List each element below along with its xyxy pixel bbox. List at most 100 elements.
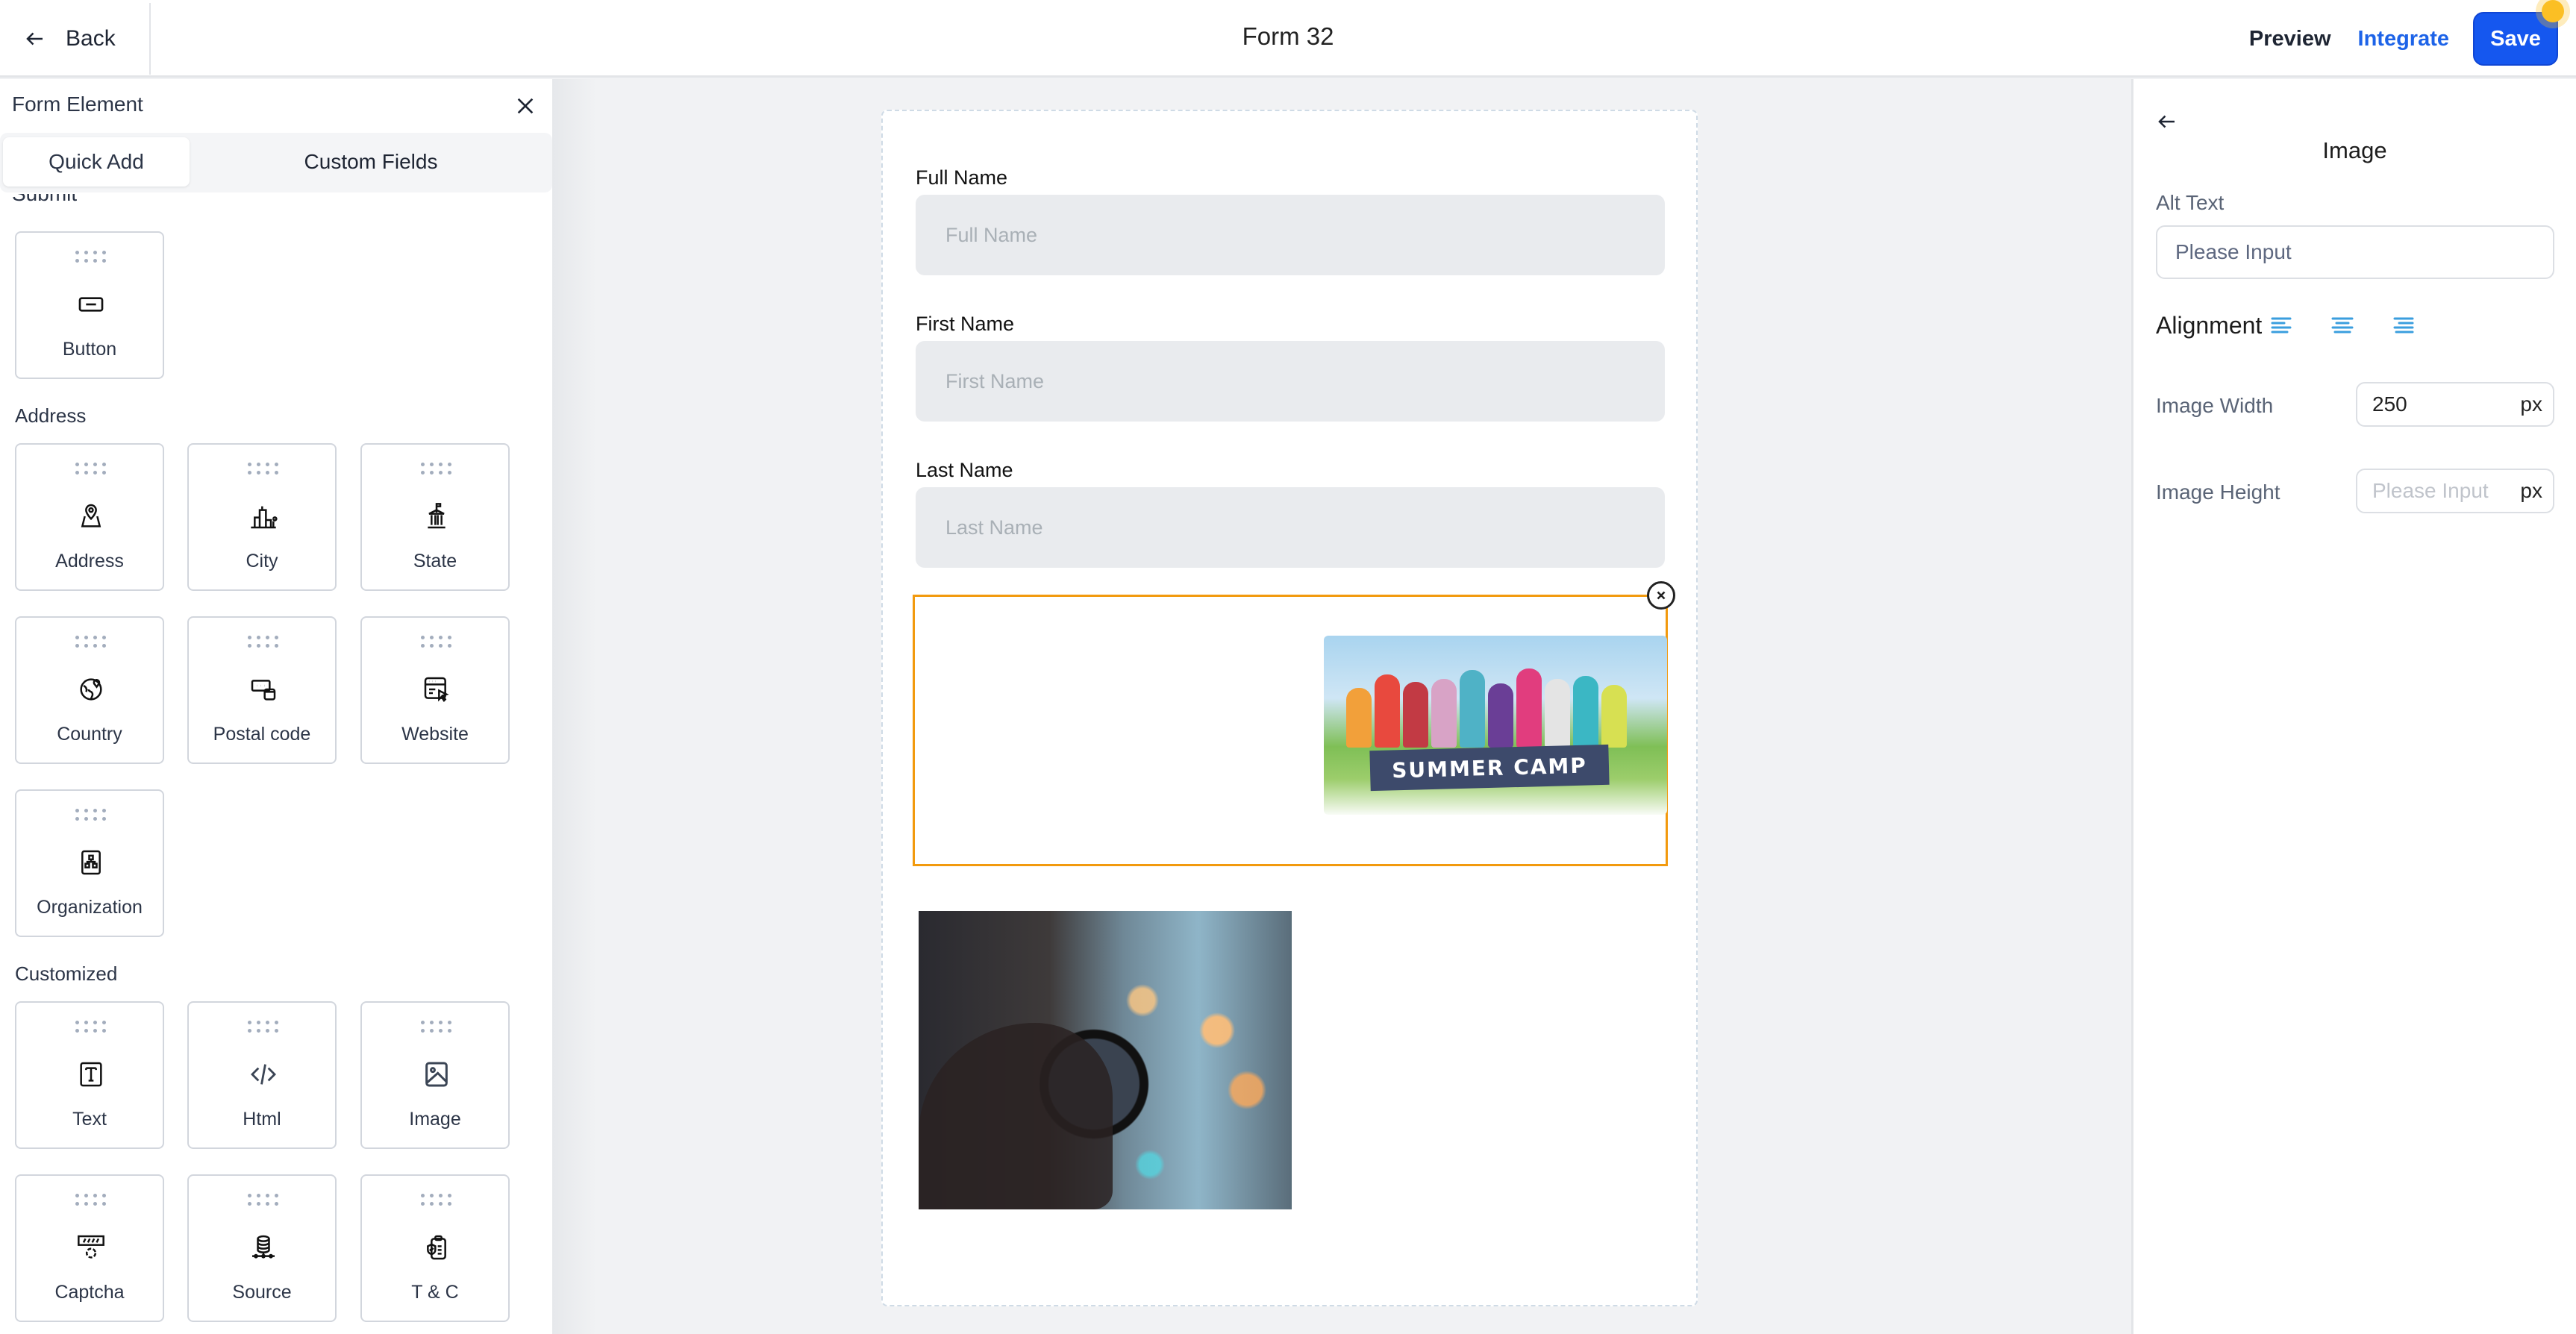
field-label-first-name: First Name <box>916 313 1015 335</box>
lens-photo-image[interactable] <box>919 911 1292 1209</box>
drag-handle-icon[interactable] <box>418 1194 455 1209</box>
section-label-address: Address <box>15 404 87 427</box>
form-title: Form 32 <box>1242 22 1334 50</box>
button-icon <box>76 289 106 319</box>
field-label-last-name: Last Name <box>916 459 1013 481</box>
map-pin-icon <box>76 501 106 531</box>
image-height-label: Image Height <box>2156 480 2280 504</box>
arrow-left-icon[interactable] <box>2156 110 2178 133</box>
arrow-left-icon <box>26 32 43 46</box>
element-card-text[interactable]: Text <box>15 1001 164 1149</box>
element-label: Button <box>62 339 117 360</box>
drag-handle-icon[interactable] <box>72 809 110 824</box>
image-properties-panel: Image Alt Text Alignment Image Width px … <box>2131 79 2576 1334</box>
element-card-state[interactable]: State <box>360 443 510 591</box>
element-label: Source <box>232 1282 292 1303</box>
element-card-button[interactable]: Button <box>15 231 164 379</box>
element-label: State <box>413 551 457 572</box>
organization-icon <box>76 848 106 877</box>
notification-dot <box>2542 0 2564 22</box>
align-center-icon[interactable] <box>2331 316 2354 334</box>
element-card-captcha[interactable]: Captcha <box>15 1174 164 1322</box>
element-card-address[interactable]: Address <box>15 443 164 591</box>
save-label: Save <box>2490 26 2541 51</box>
element-card-image[interactable]: Image <box>360 1001 510 1149</box>
element-label: T & C <box>411 1282 459 1303</box>
element-label: Postal code <box>213 724 311 745</box>
save-button[interactable]: Save <box>2473 0 2564 66</box>
globe-icon <box>76 674 106 704</box>
element-card-city[interactable]: City <box>187 443 337 591</box>
back-button[interactable]: Back <box>24 19 116 58</box>
alignment-label: Alignment <box>2156 312 2263 339</box>
image-width-label: Image Width <box>2156 394 2274 417</box>
drag-handle-icon[interactable] <box>245 636 282 651</box>
drag-handle-icon[interactable] <box>245 1021 282 1036</box>
image-height-field: px <box>2356 469 2554 513</box>
summer-camp-banner: SUMMER CAMP <box>1369 744 1610 792</box>
remove-element-button[interactable] <box>1647 581 1675 610</box>
align-left-icon[interactable] <box>2271 316 2293 334</box>
image-width-field: px <box>2356 382 2554 427</box>
header-divider <box>149 3 151 75</box>
element-card-tc[interactable]: T & C <box>360 1174 510 1322</box>
element-tabs: Quick Add Custom Fields <box>0 133 552 192</box>
element-card-website[interactable]: Website <box>360 616 510 764</box>
alt-text-label: Alt Text <box>2156 191 2225 214</box>
last-name-input[interactable] <box>916 487 1665 568</box>
tab-quick-add[interactable]: Quick Add <box>3 137 190 187</box>
database-icon <box>248 1233 278 1262</box>
element-card-html[interactable]: Html <box>187 1001 337 1149</box>
panel-title: Image <box>2322 137 2387 163</box>
website-icon <box>422 674 451 704</box>
element-label: City <box>246 551 278 572</box>
tab-custom-fields[interactable]: Custom Fields <box>190 137 552 187</box>
element-card-organization[interactable]: Organization <box>15 789 164 937</box>
top-header: Back Form 32 Preview Integrate Save <box>0 0 2576 78</box>
element-label: Address <box>55 551 124 572</box>
first-name-input[interactable] <box>916 341 1665 422</box>
drag-handle-icon[interactable] <box>72 251 110 266</box>
header-actions: Preview Integrate Save <box>2249 0 2564 66</box>
element-card-source[interactable]: Source <box>187 1174 337 1322</box>
summer-camp-image: SUMMER CAMP <box>1324 636 1667 815</box>
align-right-icon[interactable] <box>2392 316 2414 334</box>
drag-handle-icon[interactable] <box>245 463 282 477</box>
image-icon <box>422 1059 451 1089</box>
section-label-customized: Customized <box>15 962 118 985</box>
element-label: Captcha <box>54 1282 125 1303</box>
alt-text-input[interactable] <box>2156 225 2554 279</box>
code-icon <box>248 1059 278 1089</box>
drag-handle-icon[interactable] <box>72 1194 110 1209</box>
drag-handle-icon[interactable] <box>72 463 110 477</box>
element-label: Website <box>401 724 469 745</box>
form-element-sidebar: Form Element Quick Add Custom Fields Sub… <box>0 79 552 1334</box>
element-label: Country <box>57 724 122 745</box>
element-card-postal-code[interactable]: Postal code <box>187 616 337 764</box>
element-label: Text <box>72 1109 107 1130</box>
image-width-input[interactable] <box>2372 389 2507 419</box>
element-card-country[interactable]: Country <box>15 616 164 764</box>
preview-button[interactable]: Preview <box>2249 27 2331 51</box>
image-height-input[interactable] <box>2372 476 2507 506</box>
integrate-button[interactable]: Integrate <box>2358 27 2449 51</box>
element-label: Organization <box>37 897 143 918</box>
drag-handle-icon[interactable] <box>72 1021 110 1036</box>
drag-handle-icon[interactable] <box>418 636 455 651</box>
drag-handle-icon[interactable] <box>72 636 110 651</box>
element-label: Image <box>409 1109 461 1130</box>
drag-handle-icon[interactable] <box>245 1194 282 1209</box>
hand-shape <box>919 1023 1113 1209</box>
captcha-icon <box>76 1233 106 1262</box>
close-icon[interactable] <box>513 94 537 118</box>
field-label-full-name: Full Name <box>916 166 1008 189</box>
full-name-input[interactable] <box>916 195 1665 275</box>
city-icon <box>248 501 278 531</box>
close-icon <box>1657 591 1666 600</box>
drag-handle-icon[interactable] <box>418 1021 455 1036</box>
text-icon <box>76 1059 106 1089</box>
selected-image-element[interactable]: SUMMER CAMP <box>913 595 1668 866</box>
unit-label: px <box>2520 392 2542 416</box>
drag-handle-icon[interactable] <box>418 463 455 477</box>
element-label: Html <box>243 1109 281 1130</box>
